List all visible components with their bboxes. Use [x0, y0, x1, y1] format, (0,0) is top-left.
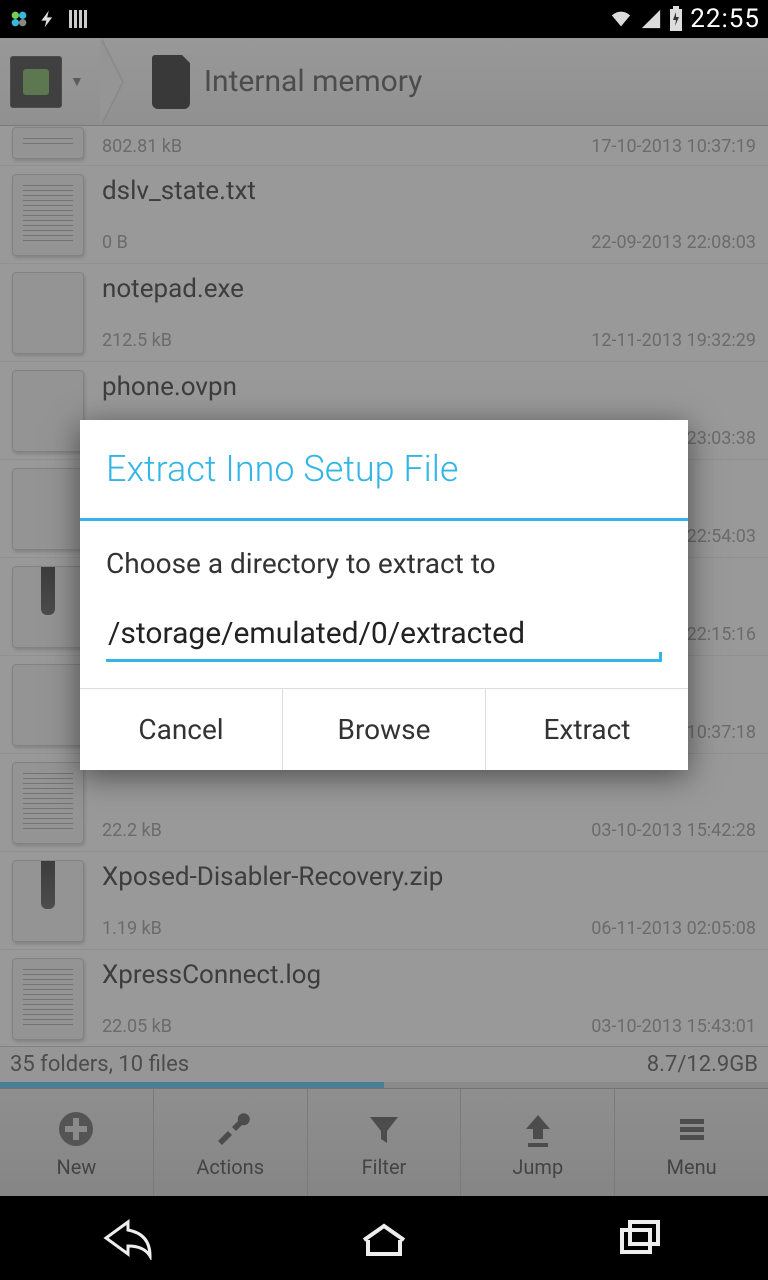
battery-icon [668, 6, 684, 32]
clock-text: 22:55 [690, 4, 760, 34]
system-navbar [0, 1196, 768, 1280]
wifi-icon [608, 8, 634, 30]
extract-path-input[interactable] [106, 610, 662, 662]
back-button[interactable] [98, 1216, 158, 1260]
dialog-actions: Cancel Browse Extract [80, 688, 688, 770]
extract-button[interactable]: Extract [486, 689, 688, 770]
dialog-title: Extract Inno Setup File [80, 420, 688, 521]
browse-button[interactable]: Browse [283, 689, 486, 770]
home-button[interactable] [354, 1216, 414, 1260]
bars-icon [66, 7, 90, 31]
dialog-message: Choose a directory to extract to [106, 547, 662, 580]
signal-icon [640, 8, 662, 30]
bolt-icon [38, 7, 58, 31]
notification-icon [8, 8, 30, 30]
status-bar: 22:55 [0, 0, 768, 38]
cancel-button[interactable]: Cancel [80, 689, 283, 770]
extract-dialog: Extract Inno Setup File Choose a directo… [80, 420, 688, 770]
recent-button[interactable] [610, 1216, 670, 1260]
